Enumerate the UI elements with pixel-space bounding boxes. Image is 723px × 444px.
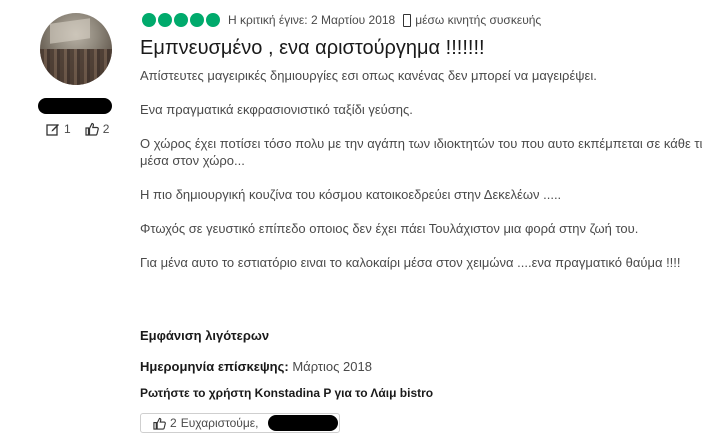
thumbs-up-icon bbox=[153, 417, 166, 430]
thanks-label: Ευχαριστούμε, bbox=[180, 416, 259, 430]
reviewer-avatar[interactable] bbox=[40, 13, 112, 85]
rating-bubble bbox=[174, 13, 188, 27]
review-title[interactable]: Εμπνευσμένο , ενα αριστούργημα !!!!!!! bbox=[140, 37, 485, 60]
avatar-photo-crowd bbox=[40, 49, 112, 85]
review-count: 1 bbox=[64, 122, 71, 136]
review-meta: Η κριτική έγινε: 2 Μαρτίου 2018 μέσω κιν… bbox=[142, 13, 541, 27]
visit-date-value: Μάρτιος 2018 bbox=[292, 359, 372, 374]
reviewer-stats: 1 2 bbox=[46, 122, 109, 136]
ask-reviewer-link[interactable]: Ρωτήστε το χρήστη Konstadina P για το Λά… bbox=[140, 386, 433, 400]
rating-bubble bbox=[206, 13, 220, 27]
thanks-count: 2 bbox=[170, 416, 177, 430]
review-paragraph: Ενα πραγματικά εκφρασιονιστικό ταξίδι γε… bbox=[140, 102, 413, 117]
rating-bubble bbox=[158, 13, 172, 27]
review-paragraph: Φτωχός σε γευστικό επίπεδο οποιος δεν έχ… bbox=[140, 221, 639, 236]
rating-bubbles bbox=[142, 13, 220, 27]
visit-date: Ημερομηνία επίσκεψης: Μάρτιος 2018 bbox=[140, 359, 372, 374]
review-date: Η κριτική έγινε: 2 Μαρτίου 2018 bbox=[228, 13, 396, 27]
username-redaction bbox=[38, 98, 112, 114]
mobile-phone-icon bbox=[403, 13, 412, 27]
review-paragraph: Ο χώρος έχει ποτίσει τόσο πολυ με την αγ… bbox=[140, 136, 703, 168]
edit-icon bbox=[46, 124, 59, 136]
show-less-link[interactable]: Εμφάνιση λιγότερων bbox=[140, 328, 269, 343]
rating-bubble bbox=[142, 13, 156, 27]
rating-bubble bbox=[190, 13, 204, 27]
review-paragraph: Για μένα αυτο το εστιατόριο ειναι το καλ… bbox=[140, 255, 681, 270]
avatar-photo-stage bbox=[50, 18, 90, 44]
review-paragraph: Απίστευτες μαγειρικές δημιουργίες εσι οπ… bbox=[140, 68, 597, 83]
helpful-votes: 2 bbox=[102, 122, 110, 136]
visit-date-label: Ημερομηνία επίσκεψης: bbox=[140, 359, 289, 374]
thumbs-up-icon bbox=[85, 122, 99, 136]
review-body: Απίστευτες μαγειρικές δημιουργίες εσι οπ… bbox=[140, 67, 710, 288]
review-paragraph: Η πιο δημιουργική κουζίνα του κόσμου κατ… bbox=[140, 187, 562, 202]
thanks-name-redaction bbox=[268, 415, 338, 431]
device-text: μέσω κινητής συσκευής bbox=[415, 13, 542, 27]
